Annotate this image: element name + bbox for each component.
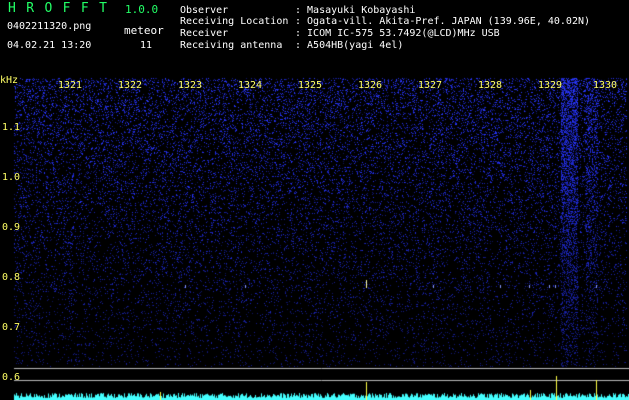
x-tick-label: 1330 [593, 80, 618, 91]
x-tick-label: 1321 [58, 80, 83, 91]
y-tick-label: 0.8 [2, 272, 21, 283]
x-tick-label: 1324 [238, 80, 263, 91]
axis-unit-label: kHz [0, 75, 19, 86]
y-tick-label: 1.0 [2, 172, 21, 183]
x-tick-label: 1327 [418, 80, 443, 91]
location-value: : Ogata-vill. Akita-Pref. JAPAN (139.96E… [295, 16, 591, 27]
receiver-value: : ICOM IC-575 53.7492(@LCD)MHz USB [295, 28, 500, 39]
y-tick-label: 0.9 [2, 222, 21, 233]
x-tick-label: 1329 [538, 80, 563, 91]
y-tick-label: 0.7 [2, 322, 21, 333]
app-version: 1.0.0 [125, 3, 159, 16]
x-tick-label: 1325 [298, 80, 323, 91]
meteor-count: 11 [140, 40, 153, 51]
y-tick-label: 1.1 [2, 122, 21, 133]
x-tick-label: 1326 [358, 80, 383, 91]
antenna-value: : A504HB(yagi 4el) [295, 40, 404, 51]
location-label: Receiving Location [180, 16, 289, 27]
x-tick-label: 1328 [478, 80, 503, 91]
x-tick-label: 1323 [178, 80, 203, 91]
receiver-label: Receiver [180, 28, 229, 39]
spectrogram-display [0, 75, 629, 400]
meteor-label: meteor [124, 24, 164, 37]
x-tick-label: 1322 [118, 80, 143, 91]
app-title: HROFFT [8, 1, 118, 16]
observer-label: Observer [180, 5, 229, 16]
y-tick-label: 0.6 [2, 372, 21, 383]
timestamp: 04.02.21 13:20 [7, 40, 92, 51]
observer-value: : Masayuki Kobayashi [295, 5, 416, 16]
antenna-label: Receiving antenna [180, 40, 283, 51]
file-name: 0402211320.png [7, 21, 92, 32]
